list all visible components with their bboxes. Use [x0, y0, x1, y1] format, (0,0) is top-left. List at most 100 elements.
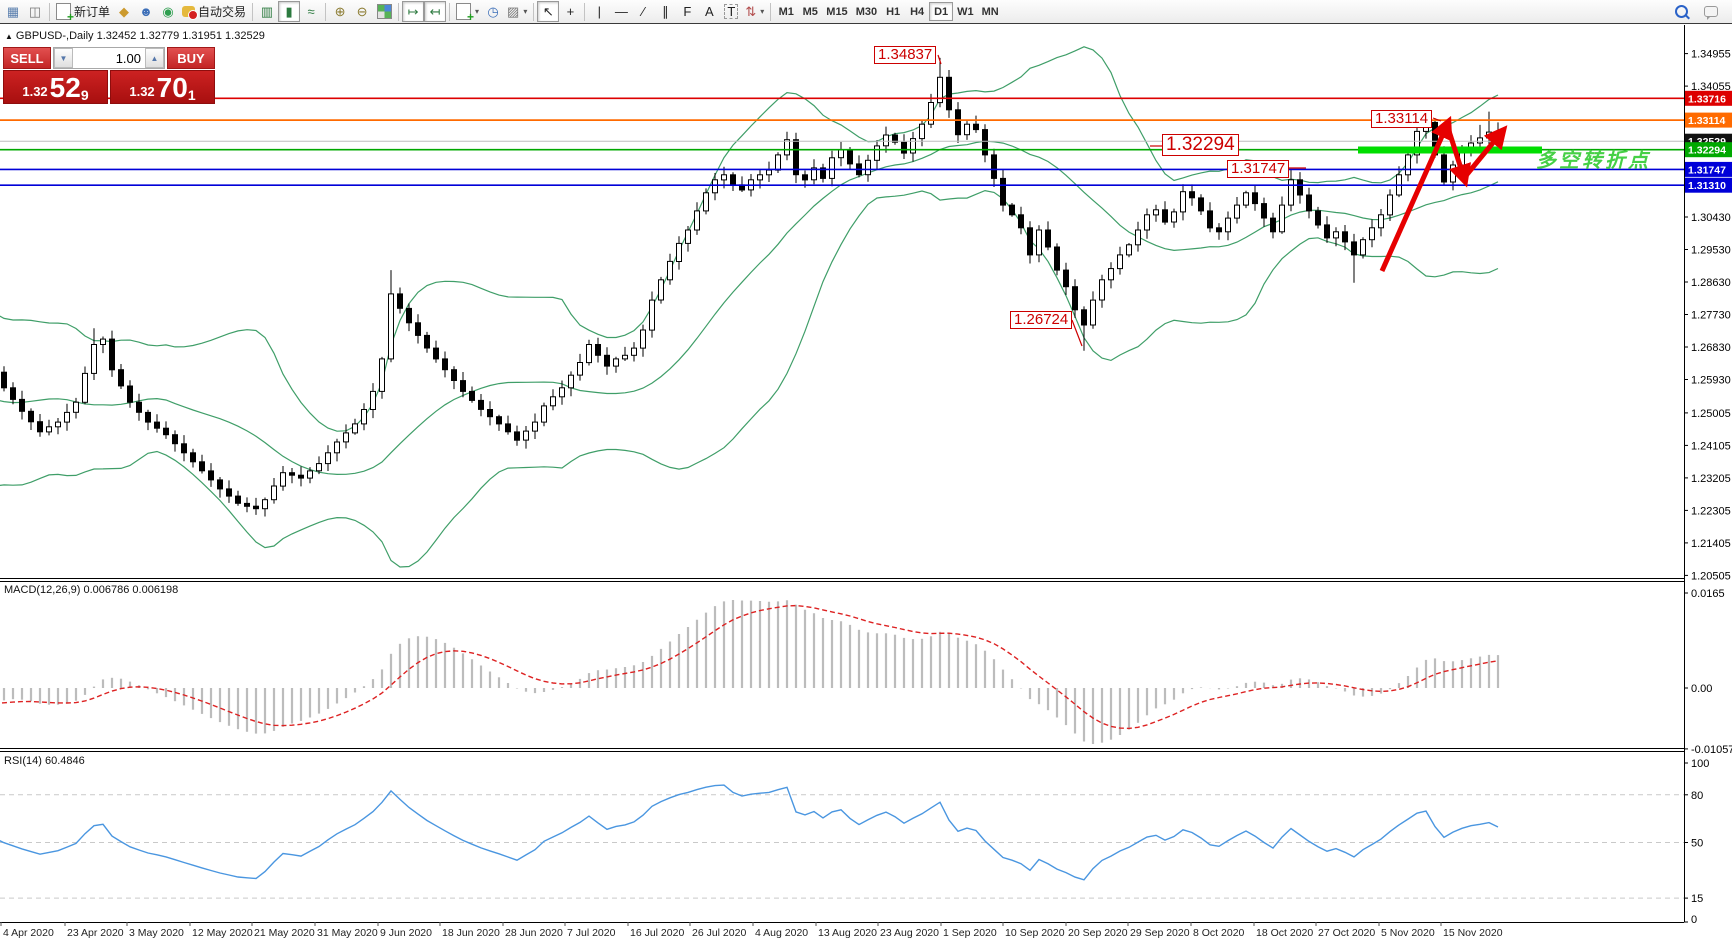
price-label-132294[interactable]: 1.32294 [1162, 134, 1239, 156]
price-label-134837[interactable]: 1.34837 [874, 46, 936, 64]
profiles-button[interactable]: ◫ [24, 1, 46, 22]
svg-text:13 Aug 2020: 13 Aug 2020 [818, 927, 877, 939]
chart-svg[interactable]: 1.349551.340551.304301.295301.286301.277… [0, 0, 1732, 946]
trendline-icon: ∕ [642, 5, 644, 18]
text-tool-button[interactable]: A [698, 1, 720, 22]
arrows-icon: ⇅ [745, 5, 756, 18]
mt4-window: ▦ ◫ 新订单 ◆ ☻ ◉ 自动交易 ▥ ▮ ≈ ⊕ ⊖ ↦ ↤ ▾ ◷ ▨▾ … [0, 0, 1732, 946]
chart-shift-button[interactable]: ↤ [424, 1, 446, 22]
autotrade-icon [182, 6, 195, 17]
timeframe-h4[interactable]: H4 [905, 2, 929, 21]
new-order-icon [56, 3, 71, 20]
hline-tool-button[interactable]: — [610, 1, 632, 22]
search-icon [1675, 5, 1688, 18]
timeframe-m30[interactable]: M30 [852, 2, 881, 21]
crosshair-tool-button[interactable]: + [559, 1, 581, 22]
one-click-trading-panel: SELL ▼ ▲ BUY 1.32529 1.32701 [3, 47, 215, 104]
chart-canvas[interactable]: 1.349551.340551.304301.295301.286301.277… [0, 0, 1732, 946]
templates-button[interactable]: ▨▾ [504, 1, 530, 22]
bar-chart-button[interactable]: ▥ [256, 1, 278, 22]
volume-input[interactable] [73, 48, 145, 68]
horizontal-line-icon: — [615, 5, 628, 18]
volume-stepper: ▼ ▲ [53, 47, 165, 69]
chat-button[interactable] [1700, 1, 1722, 22]
toolbar-separator [49, 3, 50, 21]
svg-text:9 Jun 2020: 9 Jun 2020 [380, 927, 432, 939]
timeframe-m15[interactable]: M15 [822, 2, 851, 21]
toolbar-separator [533, 3, 534, 21]
svg-text:28 Jun 2020: 28 Jun 2020 [505, 927, 563, 939]
bar-chart-icon: ▥ [261, 5, 273, 18]
svg-text:1 Sep 2020: 1 Sep 2020 [943, 927, 997, 939]
timeframe-d1[interactable]: D1 [929, 2, 953, 21]
svg-text:23 Aug 2020: 23 Aug 2020 [880, 927, 939, 939]
auto-scroll-button[interactable]: ↦ [402, 1, 424, 22]
timeframe-w1[interactable]: W1 [953, 2, 978, 21]
toolbar-separator [252, 3, 253, 21]
toolbar-separator [584, 3, 585, 21]
zoom-in-button[interactable]: ⊕ [329, 1, 351, 22]
signal-icon: ◉ [162, 5, 173, 18]
channel-icon: ∥ [662, 5, 669, 18]
trendline-tool-button[interactable]: ∕ [632, 1, 654, 22]
svg-text:21 May 2020: 21 May 2020 [254, 927, 315, 939]
svg-text:1.22305: 1.22305 [1691, 505, 1731, 517]
svg-text:100: 100 [1691, 758, 1709, 770]
annotation-turning-point[interactable]: 多空转折点 [1536, 144, 1651, 173]
sell-price-panel[interactable]: 1.32529 [3, 70, 108, 104]
svg-text:10 Sep 2020: 10 Sep 2020 [1005, 927, 1065, 939]
channel-tool-button[interactable]: ∥ [654, 1, 676, 22]
search-button[interactable] [1670, 1, 1692, 22]
svg-text:29 Sep 2020: 29 Sep 2020 [1130, 927, 1190, 939]
label-tool-button[interactable]: T [720, 1, 742, 22]
metaeditor-button[interactable]: ◆ [113, 1, 135, 22]
price-label-133114[interactable]: 1.33114 [1371, 110, 1432, 128]
toolbar-separator [398, 3, 399, 21]
fibonacci-tool-button[interactable]: F [676, 1, 698, 22]
buy-button[interactable]: BUY [167, 47, 215, 69]
svg-text:20 Sep 2020: 20 Sep 2020 [1068, 927, 1128, 939]
autotrade-button[interactable]: 自动交易 [179, 1, 249, 22]
timeframe-mn[interactable]: MN [978, 2, 1003, 21]
svg-text:1.34955: 1.34955 [1691, 49, 1731, 61]
toolbar-separator [770, 3, 771, 21]
volume-increase-button[interactable]: ▲ [145, 48, 164, 68]
cursor-tool-button[interactable]: ↖ [537, 1, 559, 22]
svg-text:26 Jul 2020: 26 Jul 2020 [692, 927, 746, 939]
svg-text:1.33716: 1.33716 [1688, 93, 1726, 105]
svg-text:1.25005: 1.25005 [1691, 408, 1731, 420]
chevron-down-icon: ▾ [523, 7, 527, 16]
timeframe-h1[interactable]: H1 [881, 2, 905, 21]
tile-windows-icon [377, 4, 392, 19]
period-button[interactable]: ◷ [482, 1, 504, 22]
profile-icon: ☻ [139, 5, 153, 18]
arrows-tool-button[interactable]: ⇅▾ [742, 1, 767, 22]
svg-text:1.33114: 1.33114 [1688, 115, 1726, 127]
svg-text:1.32294: 1.32294 [1688, 145, 1726, 157]
signals-button[interactable]: ◉ [157, 1, 179, 22]
line-chart-button[interactable]: ≈ [300, 1, 322, 22]
clock-icon: ◷ [487, 5, 498, 18]
price-label-126724[interactable]: 1.26724 [1010, 311, 1072, 329]
new-order-button[interactable]: 新订单 [53, 1, 113, 22]
svg-text:0: 0 [1691, 914, 1697, 926]
price-label-131747[interactable]: 1.31747 [1227, 160, 1289, 178]
community-button[interactable]: ☻ [135, 1, 157, 22]
timeframe-m1[interactable]: M1 [774, 2, 798, 21]
svg-text:1.31747: 1.31747 [1688, 164, 1726, 176]
new-chart-button[interactable]: ▦ [2, 1, 24, 22]
svg-text:1.21405: 1.21405 [1691, 538, 1731, 550]
sell-price-big: 52 [50, 75, 81, 101]
crosshair-icon: + [567, 5, 575, 18]
zoom-out-button[interactable]: ⊖ [351, 1, 373, 22]
candle-chart-button[interactable]: ▮ [278, 1, 300, 22]
sell-button[interactable]: SELL [3, 47, 51, 69]
buy-price-panel[interactable]: 1.32701 [110, 70, 215, 104]
template-icon: ▨ [507, 5, 519, 18]
svg-text:4 Aug 2020: 4 Aug 2020 [755, 927, 808, 939]
timeframe-m5[interactable]: M5 [798, 2, 822, 21]
tile-windows-button[interactable] [373, 1, 395, 22]
volume-decrease-button[interactable]: ▼ [54, 48, 73, 68]
vline-tool-button[interactable]: | [588, 1, 610, 22]
indicators-button[interactable]: ▾ [453, 1, 482, 22]
